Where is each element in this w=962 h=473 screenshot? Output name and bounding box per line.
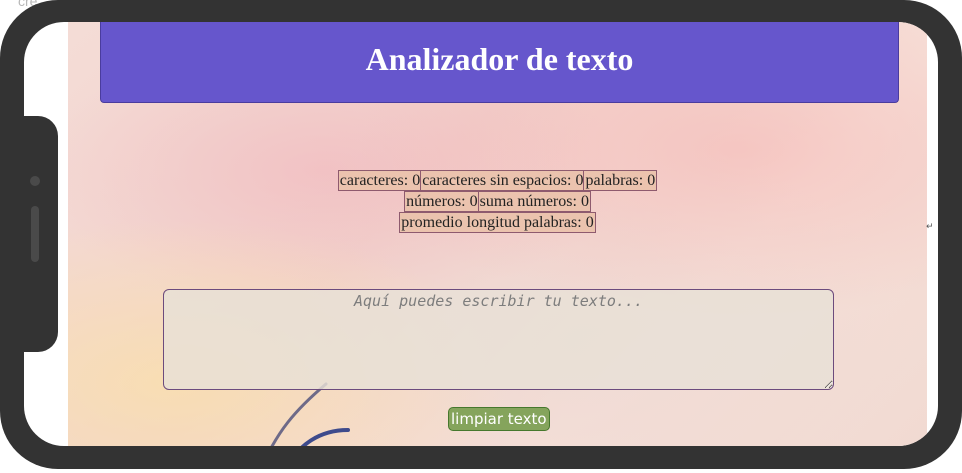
stat-sin-espacios-value: 0 [575, 172, 584, 189]
stat-caracteres: caracteres: 0 [337, 170, 423, 191]
stat-numeros-value: 0 [469, 193, 478, 210]
stat-suma-label: suma números: [479, 193, 581, 210]
stat-caracteres-value: 0 [412, 172, 421, 189]
page-title: Analizador de texto [365, 41, 634, 77]
clear-text-button[interactable]: limpiar texto [448, 407, 550, 431]
stat-numeros-label: números: [406, 193, 470, 210]
stat-palabras-value: 0 [647, 172, 656, 189]
stat-promedio-value: 0 [585, 214, 594, 231]
app-header: Analizador de texto [100, 22, 899, 103]
stats-row-1: caracteres: 0 caracteres sin espacios: 0p… [68, 170, 927, 191]
stat-numeros: números: 0 [404, 191, 480, 212]
app-background: Analizador de texto caracteres: 0 caracte… [68, 22, 927, 446]
stat-promedio-longitud: promedio longitud palabras: 0 [399, 212, 596, 233]
stat-palabras-label: palabras: [585, 172, 648, 189]
stat-promedio-label: promedio longitud palabras: [401, 214, 586, 231]
stats-row-3: promedio longitud palabras: 0 [68, 212, 927, 233]
stat-caracteres-label: caracteres: [339, 172, 413, 189]
speaker-bar [31, 206, 39, 262]
stat-palabras: palabras: 0 [583, 170, 658, 191]
camera-dot [30, 176, 40, 186]
stat-suma-value: 0 [580, 193, 589, 210]
text-input[interactable] [163, 289, 834, 390]
stats-panel: caracteres: 0 caracteres sin espacios: 0p… [68, 170, 927, 233]
phone-side-bump [0, 116, 58, 352]
stats-row-2: números: 0 suma números: 0 [68, 191, 927, 212]
resize-glyph-icon: ↵ [926, 222, 934, 232]
stat-suma-numeros: suma números: 0 [477, 191, 591, 212]
stat-sin-espacios-label: caracteres sin espacios: [422, 172, 576, 189]
phone-screen: Analizador de texto caracteres: 0 caracte… [24, 22, 938, 446]
stat-caracteres-sin-espacios: caracteres sin espacios: 0 [420, 170, 586, 191]
